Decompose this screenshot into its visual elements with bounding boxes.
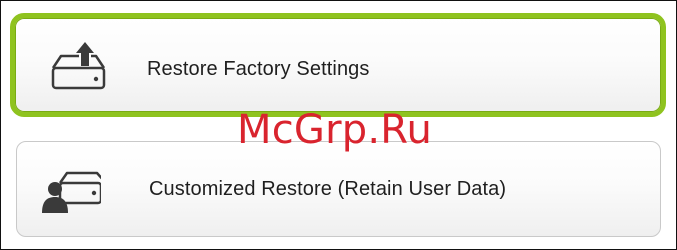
window-frame: Restore Factory Settings Customized Rest… bbox=[0, 0, 677, 250]
restore-factory-settings-button[interactable]: Restore Factory Settings bbox=[10, 13, 666, 117]
customized-restore-label: Customized Restore (Retain User Data) bbox=[149, 178, 507, 200]
restore-factory-settings-label: Restore Factory Settings bbox=[147, 58, 370, 80]
customized-restore-button[interactable]: Customized Restore (Retain User Data) bbox=[16, 141, 661, 237]
user-drive-icon bbox=[39, 160, 107, 222]
watermark-text: McGrp.Ru bbox=[237, 107, 432, 153]
drive-upload-icon bbox=[46, 36, 108, 98]
